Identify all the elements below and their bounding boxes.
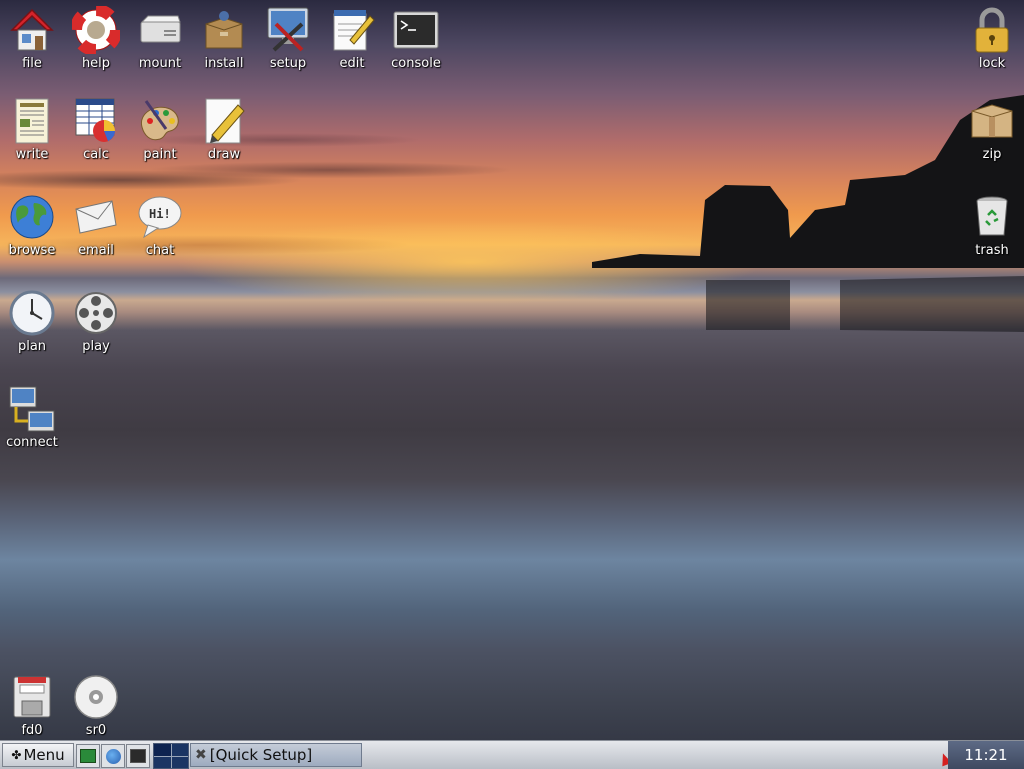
icon-label: console xyxy=(391,56,441,71)
install-desktop-icon[interactable]: install xyxy=(192,6,256,71)
file-desktop-icon[interactable]: file xyxy=(0,6,64,71)
lifebuoy-icon xyxy=(72,6,120,54)
task-title: [Quick Setup] xyxy=(209,746,313,764)
console-desktop-icon[interactable]: console xyxy=(384,6,448,71)
pager-desktop-3[interactable] xyxy=(154,756,171,768)
monitor-tools-icon xyxy=(264,6,312,54)
envelope-icon xyxy=(72,193,120,241)
icon-label: setup xyxy=(269,56,307,71)
fd0-desktop-icon[interactable]: fd0 xyxy=(0,673,64,738)
icon-label: plan xyxy=(17,339,47,354)
show-desktop-icon xyxy=(80,749,96,763)
drive-icon xyxy=(136,6,184,54)
document-icon xyxy=(8,97,56,145)
tools-icon: ✖ xyxy=(195,747,207,763)
icon-label: trash xyxy=(975,243,1009,258)
terminal-icon xyxy=(130,749,146,763)
house-icon xyxy=(8,6,56,54)
menu-logo-icon: ✤ xyxy=(11,748,22,762)
package-box-icon xyxy=(200,6,248,54)
globe-icon xyxy=(105,748,121,764)
lock-desktop-icon[interactable]: lock xyxy=(960,6,1024,71)
quicklaunch-terminal-button[interactable] xyxy=(126,744,150,768)
speech-bubble-icon: Hi! xyxy=(136,193,184,241)
desktop-pager[interactable] xyxy=(153,743,189,769)
icon-label: play xyxy=(82,339,110,354)
icon-label: help xyxy=(81,56,111,71)
plan-desktop-icon[interactable]: plan xyxy=(0,289,64,354)
write-desktop-icon[interactable]: write xyxy=(0,97,64,162)
spreadsheet-chart-icon xyxy=(72,97,120,145)
taskbar: ✤ Menu ✖ [Quick Setup] 11:21 xyxy=(0,740,1024,769)
icon-label: write xyxy=(15,147,49,162)
paint-desktop-icon[interactable]: paint xyxy=(128,97,192,162)
trash-desktop-icon[interactable]: trash xyxy=(960,193,1024,258)
icon-label: sr0 xyxy=(85,723,107,738)
chat-desktop-icon[interactable]: Hi! chat xyxy=(128,193,192,258)
quicklaunch-desktop-button[interactable] xyxy=(76,744,100,768)
icon-label: chat xyxy=(145,243,175,258)
icon-label: fd0 xyxy=(21,723,43,738)
icon-label: browse xyxy=(8,243,56,258)
icon-label: connect xyxy=(6,435,58,450)
icon-label: mount xyxy=(138,56,182,71)
film-reel-icon xyxy=(72,289,120,337)
clock[interactable]: 11:21 xyxy=(948,741,1024,769)
icon-label: zip xyxy=(982,147,1002,162)
globe-icon xyxy=(8,193,56,241)
floppy-disk-icon xyxy=(8,673,56,721)
archive-box-icon xyxy=(968,97,1016,145)
taskbar-window-button[interactable]: ✖ [Quick Setup] xyxy=(190,743,362,767)
drawing-pencil-icon xyxy=(200,97,248,145)
icon-label: email xyxy=(78,243,114,258)
connect-desktop-icon[interactable]: connect xyxy=(0,385,64,450)
pager-desktop-2[interactable] xyxy=(171,744,188,756)
svg-text:Hi!: Hi! xyxy=(149,207,171,221)
notepad-pencil-icon xyxy=(328,6,376,54)
menu-button[interactable]: ✤ Menu xyxy=(2,743,74,767)
sr0-desktop-icon[interactable]: sr0 xyxy=(64,673,128,738)
zip-desktop-icon[interactable]: zip xyxy=(960,97,1024,162)
icon-label: install xyxy=(204,56,244,71)
icon-label: edit xyxy=(339,56,365,71)
clock-icon xyxy=(8,289,56,337)
calc-desktop-icon[interactable]: calc xyxy=(64,97,128,162)
terminal-icon xyxy=(392,6,440,54)
help-desktop-icon[interactable]: help xyxy=(64,6,128,71)
icon-label: file xyxy=(22,56,42,71)
padlock-icon xyxy=(968,6,1016,54)
play-desktop-icon[interactable]: play xyxy=(64,289,128,354)
icon-label: draw xyxy=(207,147,241,162)
icon-label: paint xyxy=(143,147,177,162)
edit-desktop-icon[interactable]: edit xyxy=(320,6,384,71)
pager-desktop-4[interactable] xyxy=(171,756,188,768)
email-desktop-icon[interactable]: email xyxy=(64,193,128,258)
icon-label: lock xyxy=(978,56,1006,71)
draw-desktop-icon[interactable]: draw xyxy=(192,97,256,162)
setup-desktop-icon[interactable]: setup xyxy=(256,6,320,71)
mount-desktop-icon[interactable]: mount xyxy=(128,6,192,71)
cd-disc-icon xyxy=(72,673,120,721)
palette-brush-icon xyxy=(136,97,184,145)
network-computers-icon xyxy=(8,385,56,433)
icon-label: calc xyxy=(83,147,109,162)
browse-desktop-icon[interactable]: browse xyxy=(0,193,64,258)
pager-desktop-1[interactable] xyxy=(154,744,171,756)
quicklaunch-browser-button[interactable] xyxy=(101,744,125,768)
menu-button-label: Menu xyxy=(23,746,65,764)
desktop-wallpaper: file help mount install setup edit conso… xyxy=(0,0,1024,740)
trash-bin-icon xyxy=(968,193,1016,241)
